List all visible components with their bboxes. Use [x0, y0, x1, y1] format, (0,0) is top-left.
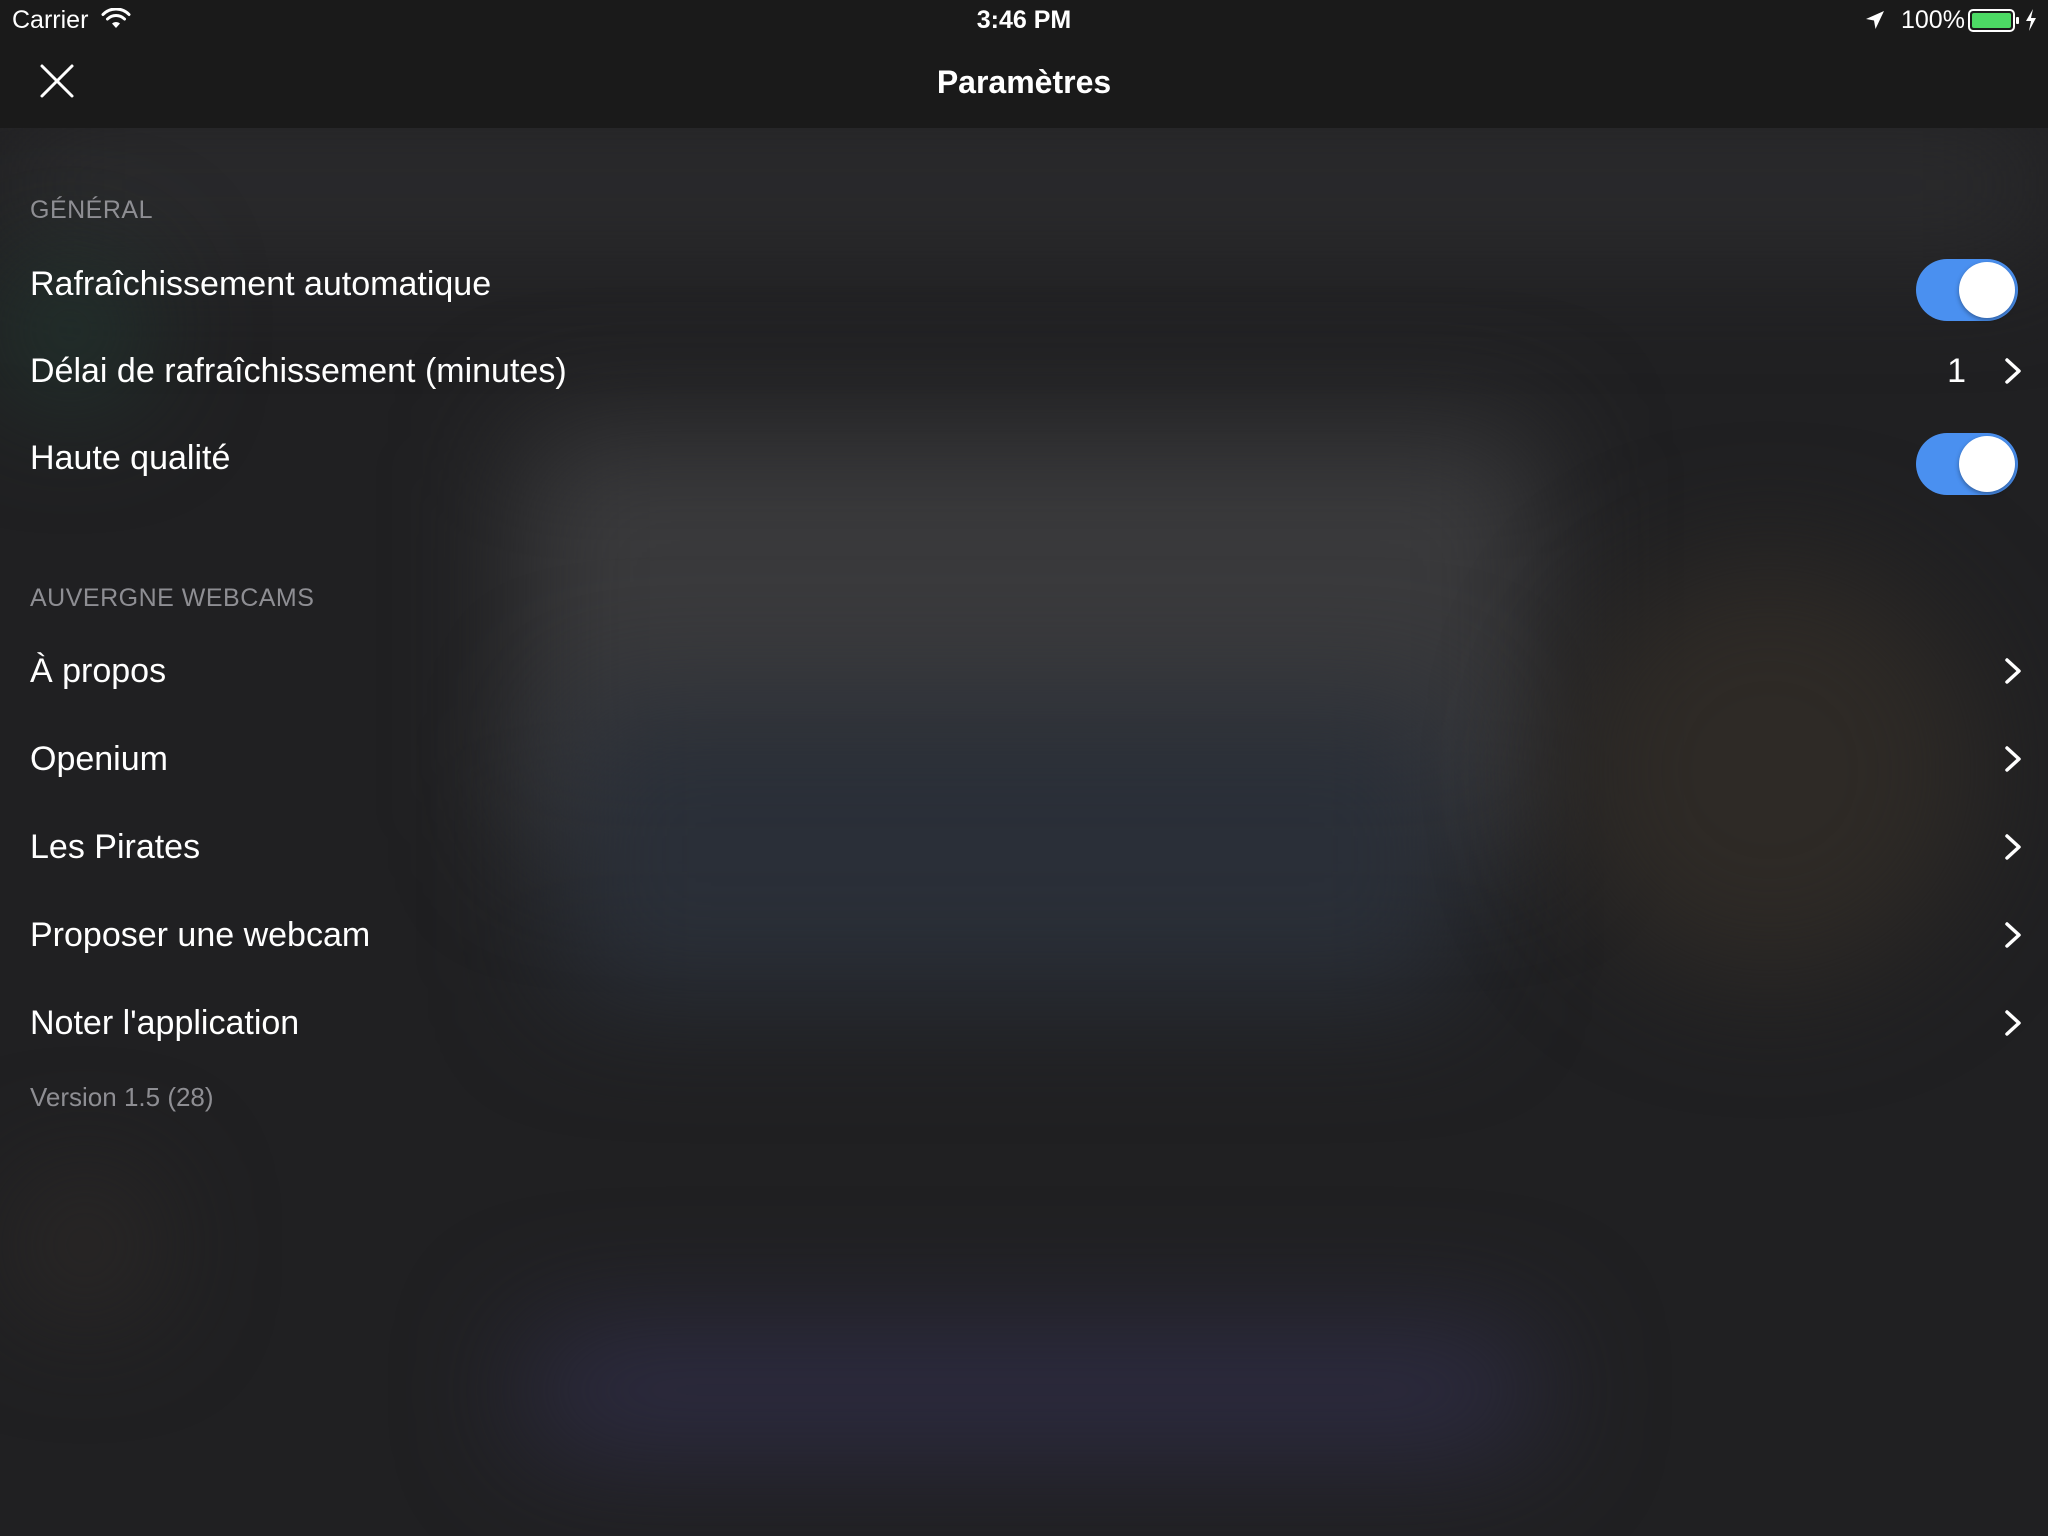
high-quality-toggle[interactable] — [1916, 433, 2018, 495]
settings-screen: Carrier 3:46 PM 100% Paramètres GÉNÉRAL … — [0, 0, 2048, 1536]
high-quality-label: Haute qualité — [30, 439, 231, 477]
refresh-delay-row[interactable]: Délai de rafraîchissement (minutes) 1 — [0, 327, 2048, 415]
status-bar: Carrier 3:46 PM 100% — [0, 0, 2048, 42]
chevron-right-icon — [2005, 658, 2021, 684]
toggle-knob — [1959, 436, 2015, 492]
list-item-label: À propos — [30, 652, 167, 690]
list-item-les-pirates[interactable]: Les Pirates — [0, 803, 2048, 891]
chevron-right-icon — [2005, 922, 2021, 948]
battery-icon — [1968, 9, 2019, 32]
auto-refresh-row: Rafraîchissement automatique — [0, 240, 2048, 328]
refresh-delay-value: 1 — [1947, 352, 1966, 390]
section-header-auvergne-webcams: AUVERGNE WEBCAMS — [30, 584, 315, 612]
auto-refresh-toggle[interactable] — [1916, 259, 2018, 321]
list-item-proposer-webcam[interactable]: Proposer une webcam — [0, 891, 2048, 979]
toggle-knob — [1959, 262, 2015, 318]
refresh-delay-label: Délai de rafraîchissement (minutes) — [30, 352, 567, 390]
list-item-label: Openium — [30, 740, 168, 778]
location-arrow-icon — [1866, 11, 1884, 29]
status-time: 3:46 PM — [976, 6, 1072, 34]
list-item-label: Les Pirates — [30, 828, 201, 866]
chevron-right-icon — [2005, 358, 2021, 384]
list-item-noter-application[interactable]: Noter l'application — [0, 979, 2048, 1067]
chevron-right-icon — [2005, 834, 2021, 860]
chevron-right-icon — [2005, 1010, 2021, 1036]
section-header-general: GÉNÉRAL — [30, 196, 153, 224]
charging-bolt-icon — [2026, 9, 2036, 31]
list-item-label: Noter l'application — [30, 1004, 300, 1042]
list-item-openium[interactable]: Openium — [0, 715, 2048, 803]
auto-refresh-label: Rafraîchissement automatique — [30, 265, 492, 303]
high-quality-row: Haute qualité — [0, 414, 2048, 502]
page-title: Paramètres — [936, 64, 1112, 100]
navigation-bar: Paramètres — [0, 42, 2048, 128]
list-item-a-propos[interactable]: À propos — [0, 627, 2048, 715]
chevron-right-icon — [2005, 746, 2021, 772]
battery-percentage: 100% — [1901, 6, 1965, 34]
list-item-label: Proposer une webcam — [30, 916, 371, 954]
version-label: Version 1.5 (28) — [30, 1082, 214, 1112]
